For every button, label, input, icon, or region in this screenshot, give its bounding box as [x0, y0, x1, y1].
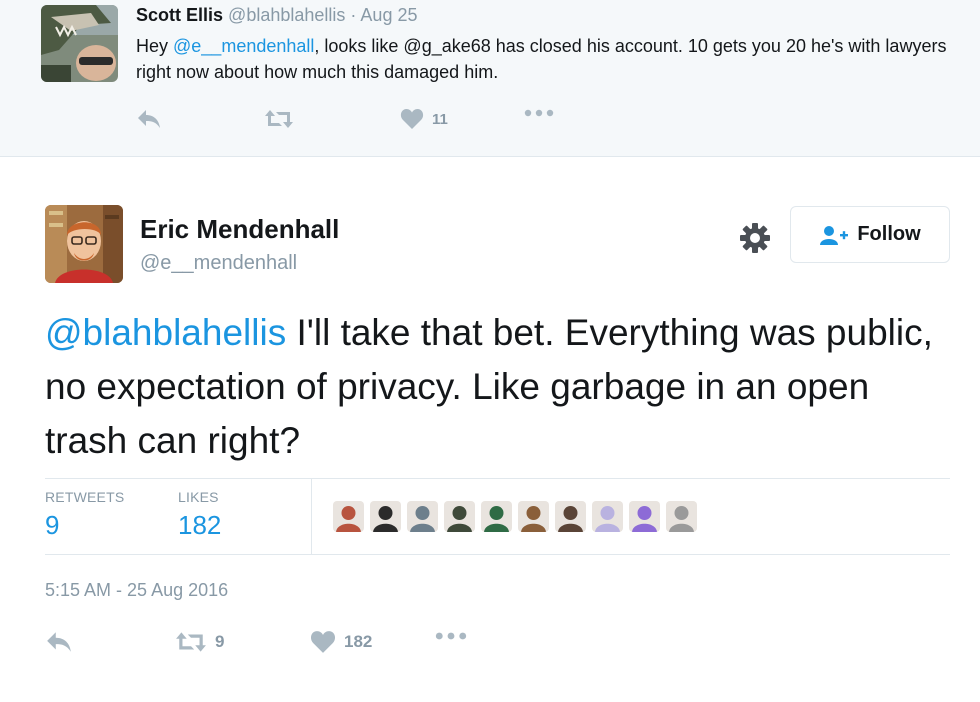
liker-avatar[interactable]	[555, 501, 586, 532]
author-handle[interactable]: @blahblahellis	[228, 5, 345, 25]
likes-stat[interactable]: LIKES 182	[178, 489, 221, 541]
liker-avatar[interactable]	[592, 501, 623, 532]
tweet-timestamp: 5:15 AM - 25 Aug 2016	[45, 580, 229, 600]
retweets-count: 9	[45, 510, 60, 540]
reply-button[interactable]	[45, 630, 73, 654]
liker-avatar[interactable]	[666, 501, 697, 532]
retweet-button[interactable]	[264, 108, 294, 130]
like-count: 182	[344, 632, 373, 651]
author-handle[interactable]: @e__mendenhall	[140, 252, 297, 275]
retweet-icon	[176, 632, 206, 652]
liker-avatar-image	[444, 501, 475, 532]
reply-tweet: Scott Ellis @blahblahellis · Aug 25 Hey …	[0, 0, 980, 157]
liker-avatar-image	[518, 501, 549, 532]
liker-avatar[interactable]	[407, 501, 438, 532]
liker-avatar[interactable]	[444, 501, 475, 532]
mention-link[interactable]: @blahblahellis	[45, 312, 286, 353]
avatar[interactable]	[41, 5, 118, 82]
liker-avatar-image	[333, 501, 364, 532]
like-count: 11	[432, 110, 448, 128]
liker-avatar-image	[481, 501, 512, 532]
retweets-label: RETWEETS	[45, 489, 125, 505]
follow-user-icon	[820, 225, 849, 245]
liker-avatar-image	[407, 501, 438, 532]
liker-avatar-image	[555, 501, 586, 532]
heart-icon	[400, 109, 424, 129]
liker-avatar-image	[370, 501, 401, 532]
retweets-stat[interactable]: RETWEETS 9	[45, 489, 124, 541]
heart-icon	[310, 631, 336, 653]
mention-link[interactable]: @e__mendenhall	[173, 36, 314, 56]
stats-divider	[311, 479, 312, 555]
settings-button[interactable]	[735, 218, 775, 258]
tweet-text: @blahblahellis I'll take that bet. Every…	[45, 306, 955, 468]
follow-button[interactable]: Follow	[790, 206, 950, 263]
more-button[interactable]	[524, 108, 554, 118]
liker-avatar[interactable]	[481, 501, 512, 532]
likes-count: 182	[178, 510, 222, 540]
liker-avatar[interactable]	[629, 501, 660, 532]
reply-icon	[138, 110, 160, 128]
author-name[interactable]: Scott Ellis	[136, 5, 223, 25]
reply-icon	[47, 632, 71, 652]
liker-avatar-image	[592, 501, 623, 532]
more-button[interactable]	[435, 630, 467, 642]
gear-icon	[740, 223, 770, 253]
like-button[interactable]: 182	[310, 630, 372, 654]
liker-avatar-image	[666, 501, 697, 532]
likers-list	[333, 501, 697, 532]
reply-text: Hey @e__mendenhall, looks like @g_ake68 …	[136, 33, 956, 85]
separator: ·	[350, 5, 357, 25]
author-name[interactable]: Eric Mendenhall	[140, 214, 339, 245]
liker-avatar-image	[629, 501, 660, 532]
retweet-icon	[265, 110, 293, 128]
follow-label: Follow	[857, 223, 921, 245]
retweet-count: 9	[215, 632, 225, 651]
avatar-image	[41, 5, 118, 82]
more-icon	[435, 632, 467, 640]
reply-text-part1: Hey	[136, 36, 174, 56]
avatar-image	[45, 205, 123, 283]
liker-avatar[interactable]	[333, 501, 364, 532]
more-icon	[524, 109, 554, 117]
tweet-stats: RETWEETS 9 LIKES 182	[45, 478, 950, 555]
like-button[interactable]: 11	[400, 108, 448, 130]
retweet-button[interactable]: 9	[175, 630, 224, 654]
reply-header: Scott Ellis @blahblahellis · Aug 25	[136, 5, 417, 26]
reply-button[interactable]	[136, 108, 162, 130]
liker-avatar[interactable]	[370, 501, 401, 532]
tweet-date[interactable]: Aug 25	[360, 5, 417, 25]
likes-label: LIKES	[178, 489, 219, 505]
liker-avatar[interactable]	[518, 501, 549, 532]
avatar[interactable]	[45, 205, 123, 283]
